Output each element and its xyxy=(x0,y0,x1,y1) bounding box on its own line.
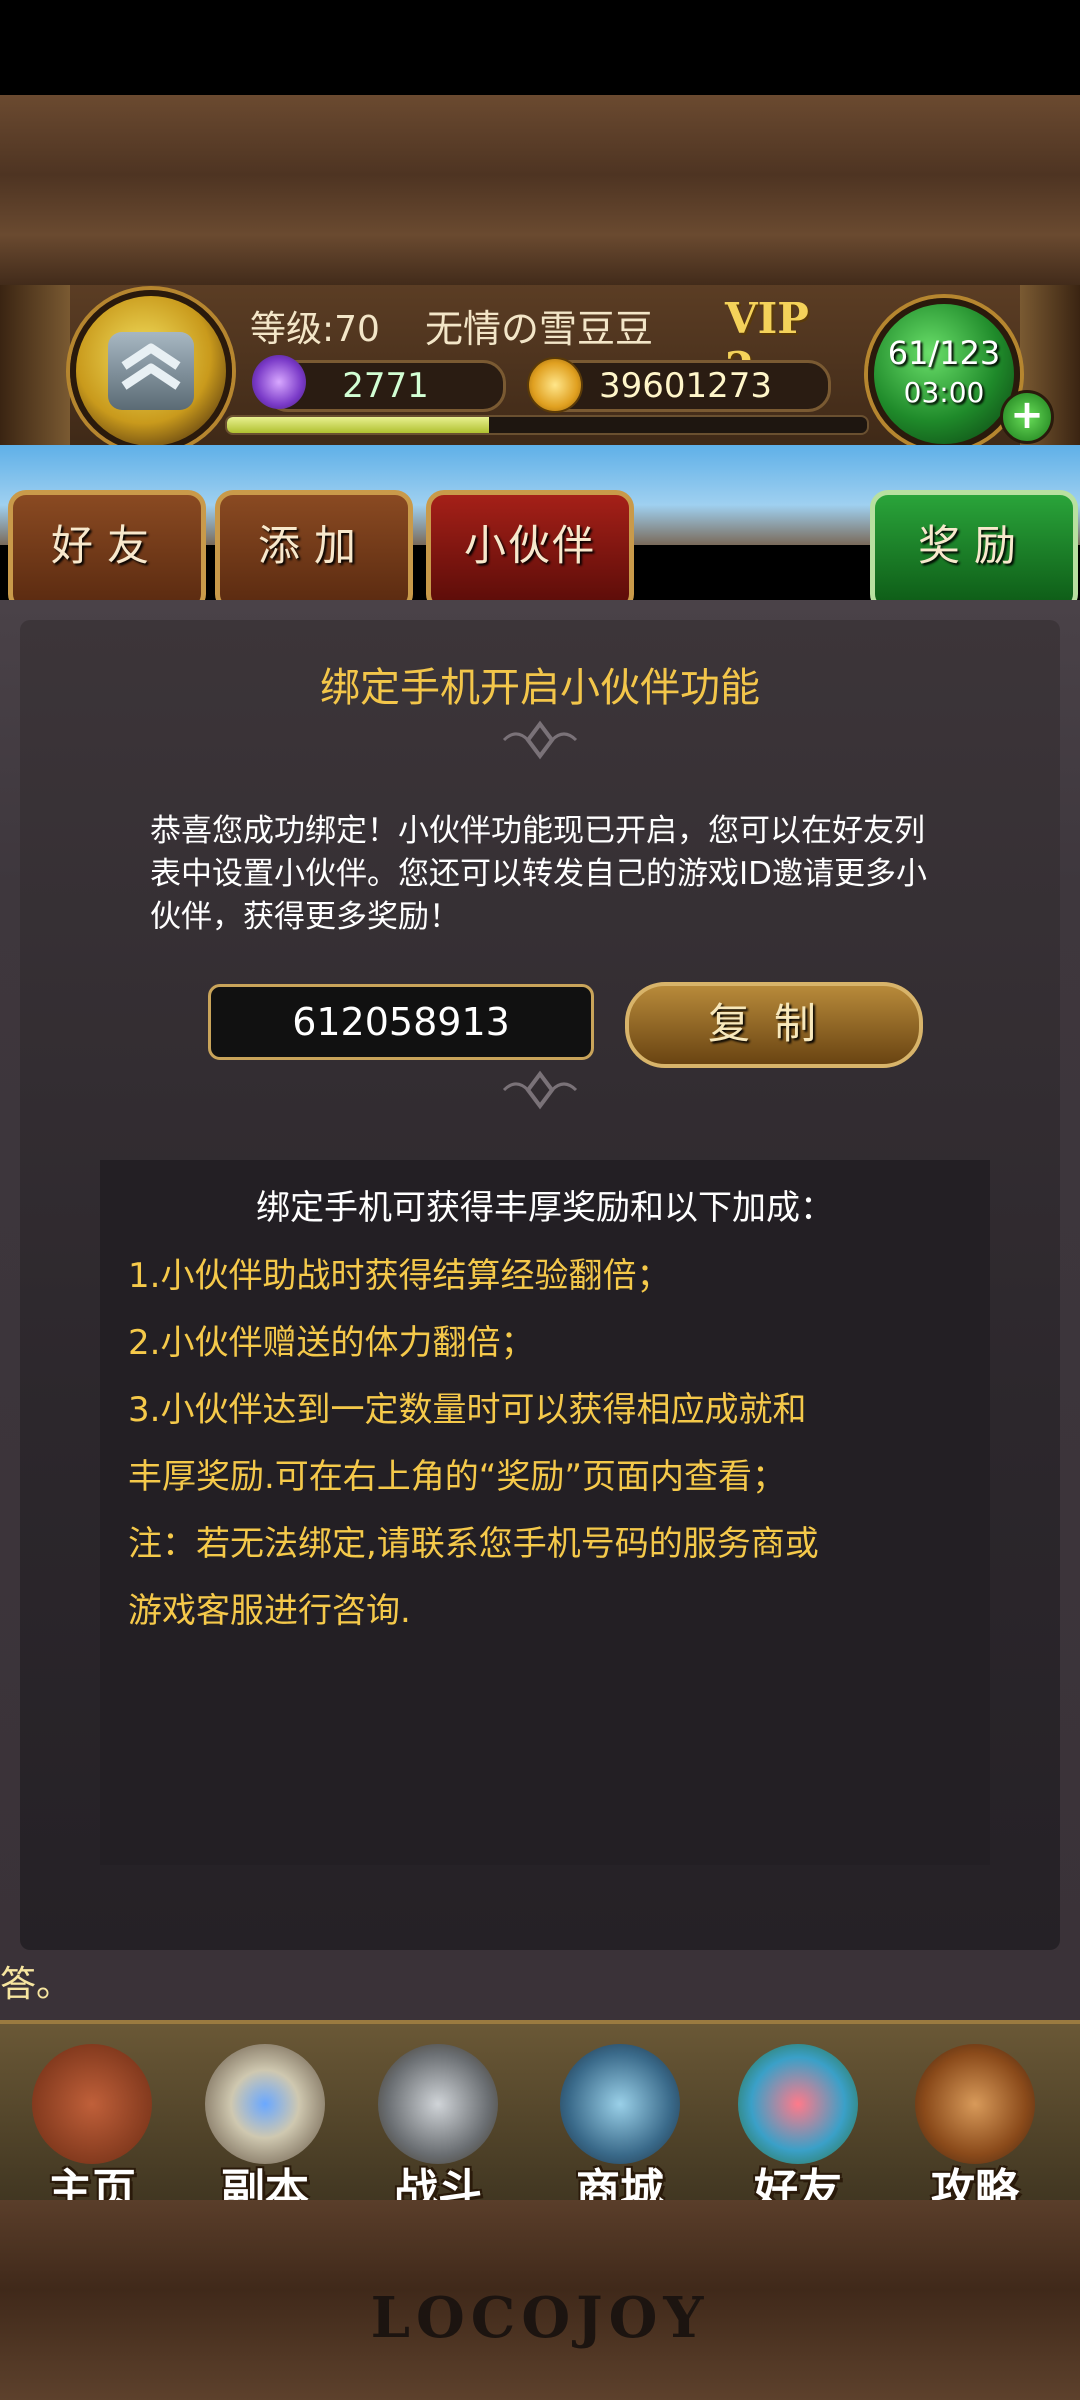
coin-icon xyxy=(527,357,583,413)
tab-add[interactable]: 添加 xyxy=(215,490,413,612)
guide-book-icon xyxy=(915,2044,1035,2164)
nav-shop[interactable]: 商城 xyxy=(540,2034,700,2216)
house-icon xyxy=(32,2044,152,2164)
bonus-note: 游戏客服进行咨询. xyxy=(128,1591,411,1631)
gem-icon xyxy=(252,355,306,409)
bonus-note: 注：若无法绑定,请联系您手机号码的服务商或 xyxy=(128,1524,819,1564)
player-name: 无情の雪豆豆 xyxy=(425,307,654,351)
nav-guide[interactable]: 攻略 xyxy=(895,2034,1055,2216)
tab-bar: 好友 添加 小伙伴 奖励 xyxy=(0,490,1080,612)
status-bar xyxy=(0,0,1080,95)
experience-bar-fill xyxy=(227,417,490,433)
experience-bar xyxy=(225,415,869,435)
tab-friends[interactable]: 好友 xyxy=(8,490,206,612)
scrolling-ticker: 答。 xyxy=(0,1964,73,2005)
panel-description: 恭喜您成功绑定！小伙伴功能现已开启，您可以在好友列表中设置小伙伴。您还可以转发自… xyxy=(150,813,928,935)
nav-dungeon[interactable]: 副本 xyxy=(185,2034,345,2216)
bonus-line: 1.小伙伴助战时获得结算经验翻倍； xyxy=(128,1256,671,1296)
bonus-line: 2.小伙伴赠送的体力翻倍； xyxy=(128,1323,535,1363)
panel-title: 绑定手机开启小伙伴功能 xyxy=(320,665,760,711)
nav-battle[interactable]: 战斗 xyxy=(358,2034,518,2216)
rank-badge[interactable] xyxy=(70,290,232,452)
stamina-orb[interactable]: 61/123 03:00 xyxy=(868,298,1020,450)
copy-button[interactable]: 复制 xyxy=(625,982,923,1068)
stamina-timer: 03:00 xyxy=(903,376,985,409)
weapons-icon xyxy=(378,2044,498,2164)
stamina-value: 61/123 xyxy=(887,334,1001,372)
tab-rewards[interactable]: 奖励 xyxy=(870,490,1078,612)
tab-partners[interactable]: 小伙伴 xyxy=(426,490,634,612)
bonus-line: 丰厚奖励.可在右上角的“奖励”页面内查看； xyxy=(128,1457,787,1497)
monster-shop-icon xyxy=(560,2044,680,2164)
brand-logo: LOCOJOY xyxy=(370,2285,710,2351)
top-wood-frame xyxy=(0,95,1080,295)
gold-counter: 39601273 xyxy=(540,360,831,412)
nav-friends[interactable]: 好友 xyxy=(718,2034,878,2216)
divider-ornament-icon xyxy=(502,720,578,760)
divider-ornament-icon xyxy=(502,1070,578,1110)
bonus-info-box: 绑定手机可获得丰厚奖励和以下加成： 1.小伙伴助战时获得结算经验翻倍； 2.小伙… xyxy=(100,1160,990,1865)
friends-icon xyxy=(738,2044,858,2164)
skull-icon xyxy=(205,2044,325,2164)
lion-ornament-left xyxy=(0,285,70,460)
rank-chevron-icon xyxy=(108,332,194,410)
bonus-line: 3.小伙伴达到一定数量时可以获得相应成就和 xyxy=(128,1390,807,1430)
nav-home[interactable]: 主页 xyxy=(12,2034,172,2216)
game-id-field[interactable]: 612058913 xyxy=(208,984,594,1060)
bonus-heading: 绑定手机可获得丰厚奖励和以下加成： xyxy=(256,1188,834,1228)
add-stamina-button[interactable]: + xyxy=(1000,390,1054,444)
bottom-navigation: 主页 副本 战斗 商城 好友 攻略 xyxy=(0,2020,1080,2220)
player-info: 等级:70 无情の雪豆豆 VIP 2 xyxy=(230,292,850,392)
player-level: 等级:70 xyxy=(250,309,380,350)
